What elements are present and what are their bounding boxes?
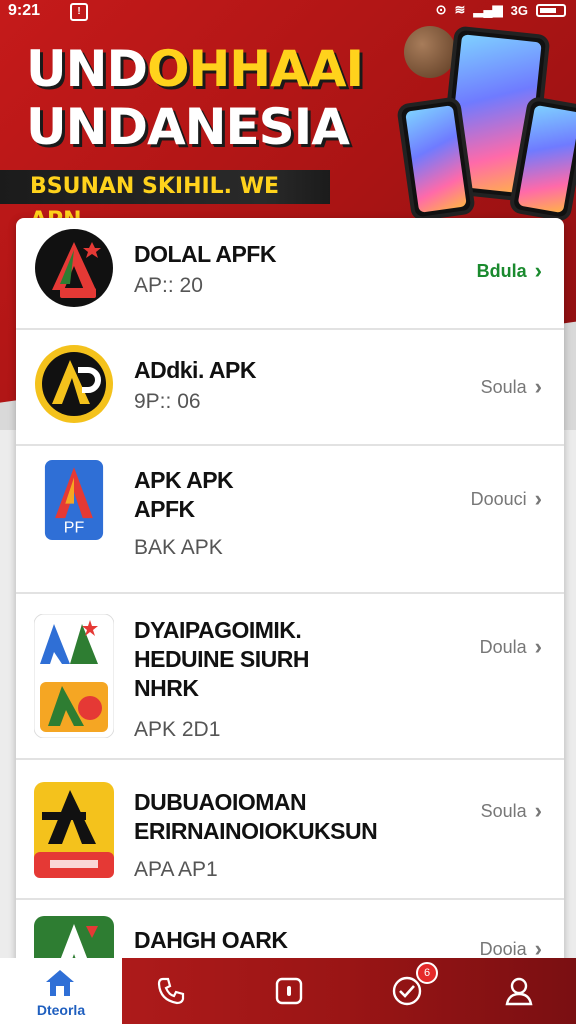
bottom-nav: Dteorla 6 [0,958,576,1024]
headline-part-1: UND [26,40,148,98]
download-label: Doouci [470,488,527,509]
list-item[interactable]: DUBUAOIOMAN ERIRNAINOIOKUKSUN APA AP1 So… [16,760,564,900]
app-title-line: DYAIPAGOIMIK. [134,617,302,643]
app-title: DUBUAOIOMAN ERIRNAINOIOKUKSUN [134,788,378,846]
list-item[interactable]: PF APK APK APFK BAK APK Doouci › [16,446,564,594]
app-icon [35,229,113,307]
notification-icon: ! [70,3,88,21]
download-button[interactable]: Soula › [481,798,542,824]
app-version: 9P:: 06 [134,390,201,413]
chevron-right-icon: › [534,798,542,823]
download-button[interactable]: Bdula › [477,258,542,284]
app-icon: PF [44,460,104,540]
app-version: APA AP1 [134,858,218,881]
download-label: Doula [479,636,527,657]
app-title-line: HEDUINE SIURH [134,646,309,672]
nav-home-label: Dteorla [36,1002,86,1018]
square-icon [275,977,303,1005]
list-item[interactable]: DYAIPAGOIMIK. HEDUINE SIURH NHRK APK 2D1… [16,594,564,760]
list-item[interactable]: DOLAL APFK AP:: 20 Bdula › [16,218,564,330]
phones-illustration [386,20,576,223]
app-title: ADdki. APK [134,357,256,383]
app-title-line: APFK [134,496,195,522]
nav-home[interactable]: Dteorla [0,958,122,1024]
alarm-icon: ⊙ [435,2,447,17]
chevron-right-icon: › [534,374,542,399]
status-bar: 9:21 ! ⊙ ≋ ▂▄▆ 3G [0,0,576,26]
battery-icon [536,3,566,17]
app-title-line: DUBUAOIOMAN [134,789,307,815]
chevron-right-icon: › [534,486,542,511]
download-label: Bdula [476,260,527,281]
list-item[interactable]: ADdki. APK 9P:: 06 Soula › [16,330,564,446]
notification-badge: 6 [416,962,438,984]
app-icon-text: PF [64,520,85,537]
user-icon [505,977,533,1006]
globe-icon [404,26,456,78]
app-icon [35,345,113,423]
network-type: 3G [510,2,528,18]
headline-part-2: OHHAAI [146,40,364,98]
download-button[interactable]: Doouci › [471,486,542,512]
app-title-line: APK APK [134,467,234,493]
download-button[interactable]: Soula › [481,374,542,400]
app-list: DOLAL APFK AP:: 20 Bdula › ADdki. APK 9P:… [16,218,564,978]
app-version: APK 2D1 [134,718,221,741]
app-title: DAHGH OARK [134,927,288,953]
app-title: APK APK APFK [134,466,234,524]
download-label: Soula [480,800,527,821]
app-title: DYAIPAGOIMIK. HEDUINE SIURH NHRK [134,616,309,703]
app-icon [34,614,114,738]
wifi-icon: ≋ [454,2,466,17]
nav-profile[interactable] [474,958,564,1024]
app-version: AP:: 20 [134,274,203,297]
chevron-right-icon: › [534,634,542,659]
download-label: Dooia [479,938,527,959]
download-label: Soula [480,376,527,397]
signal-icon: ▂▄▆ [473,2,503,17]
banner-headline: UNDOHHAAI UNDANESIA [26,40,364,156]
nav-tasks[interactable]: 6 [362,958,452,1024]
app-title: DOLAL APFK [134,241,276,267]
app-title-line: NHRK [134,675,199,701]
chevron-right-icon: › [534,258,542,283]
app-title-line: ERIRNAINOIOKUKSUN [134,818,378,844]
app-version: BAK APK [134,536,223,559]
nav-phone[interactable] [126,958,216,1024]
phone-icon [157,977,185,1005]
nav-screen[interactable] [244,958,334,1024]
download-button[interactable]: Doula › [480,634,542,660]
banner-tagline: BSUNAN SKIHIL. WE APN [0,170,330,233]
app-icon [34,782,114,878]
headline-line-2: UNDANESIA [26,98,350,156]
home-icon [46,970,74,996]
status-time: 9:21 [8,2,41,19]
